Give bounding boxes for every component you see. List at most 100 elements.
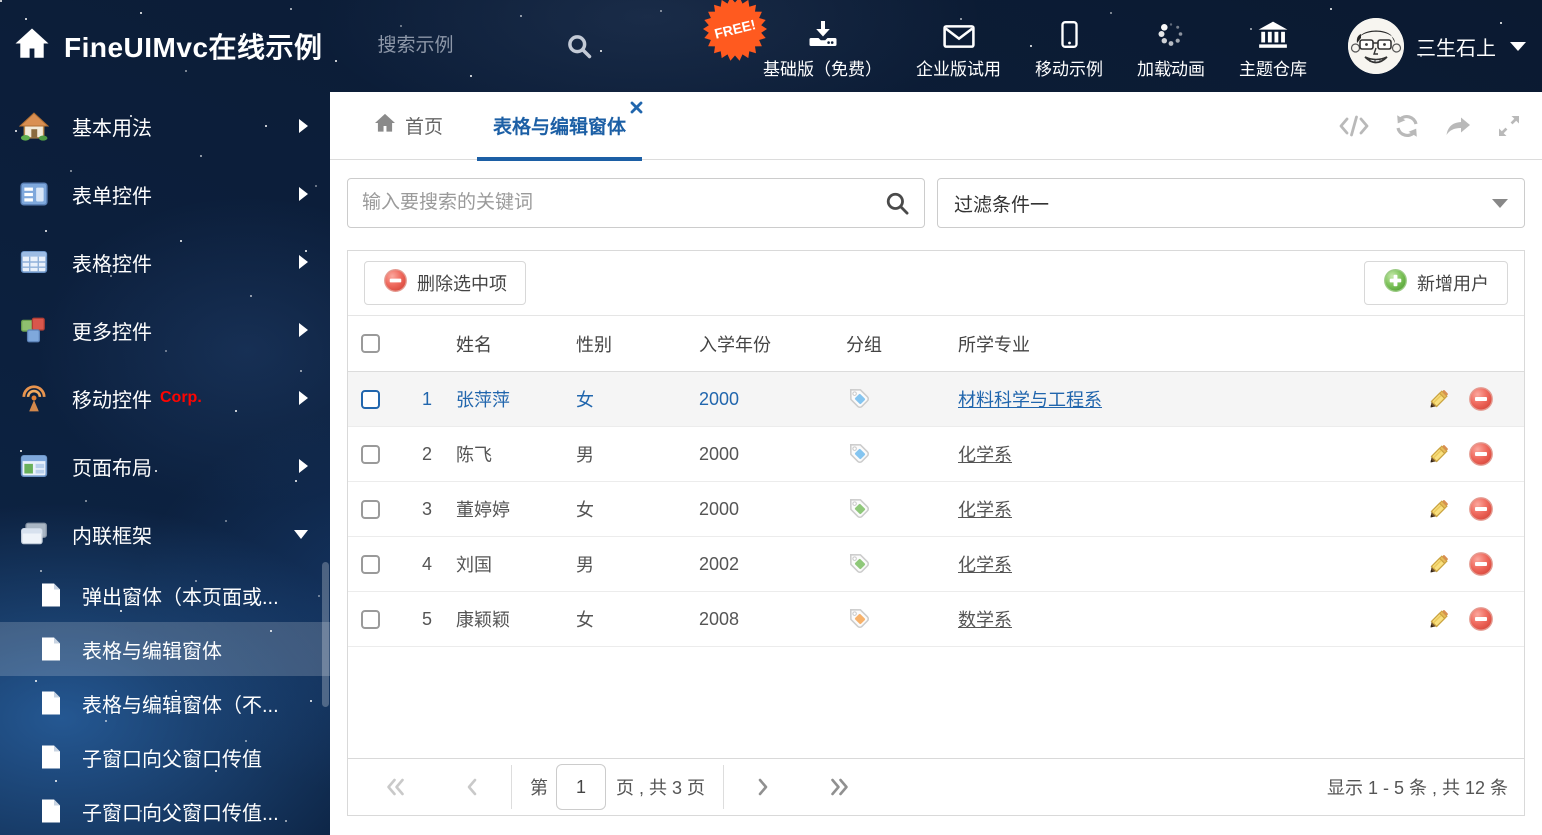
- edit-icon[interactable]: [1425, 386, 1452, 413]
- add-user-button[interactable]: 新增用户: [1364, 261, 1508, 305]
- keyword-search-input[interactable]: [362, 192, 884, 214]
- sidebar-item[interactable]: 更多控件: [0, 296, 330, 364]
- header-nav-item[interactable]: 移动示例: [1018, 0, 1120, 92]
- table-row[interactable]: 3 董婷婷 女 2000 化学系: [348, 482, 1524, 537]
- cell-major: 数学系: [958, 606, 1404, 632]
- major-link[interactable]: 化学系: [958, 441, 1012, 467]
- delete-row-icon[interactable]: [1468, 496, 1494, 522]
- header-nav-item[interactable]: 主题仓库: [1222, 0, 1324, 92]
- edit-icon[interactable]: [1425, 496, 1452, 523]
- user-menu[interactable]: 三生石上: [1348, 18, 1526, 74]
- select-all-checkbox[interactable]: [361, 334, 380, 353]
- chevron-right-icon: [299, 119, 308, 133]
- grid-panel: 删除选中项 新增用户 姓名 性别 入学年份 分组 所学专业 1 张萍萍女 2000 材料科学与…: [347, 250, 1525, 816]
- edit-icon[interactable]: [1425, 606, 1452, 633]
- cell-gender-text: 女: [576, 610, 594, 630]
- sidebar-subitem[interactable]: 子窗口向父窗口传值...: [0, 784, 330, 835]
- refresh-icon[interactable]: [1394, 113, 1420, 139]
- row-checkbox[interactable]: [361, 499, 380, 519]
- cell-name: 刘国: [456, 551, 576, 577]
- tab-grid-edit-window[interactable]: 表格与编辑窗体: [477, 92, 643, 161]
- home-icon: [374, 113, 396, 139]
- sidebar-subitem[interactable]: 弹出窗体（本页面或...: [0, 568, 330, 622]
- sidebar: 基本用法 表单控件表格控件更多控件 移动控件 Corp. 页面布局内联框架 弹出窗体（本…: [0, 92, 330, 835]
- major-link[interactable]: 数学系: [958, 606, 1012, 632]
- major-link[interactable]: 化学系: [958, 496, 1012, 522]
- row-checkbox[interactable]: [361, 609, 380, 629]
- column-header[interactable]: 分组: [846, 331, 958, 357]
- header-nav: 基础版（免费） FREE! 企业版试用 移动示例 加载动画 主题仓库: [703, 0, 1324, 92]
- row-checkbox[interactable]: [361, 389, 380, 409]
- cell-major: 化学系: [958, 441, 1404, 467]
- share-icon[interactable]: [1444, 114, 1472, 138]
- page-label-suffix: 页 , 共 3 页: [616, 778, 706, 798]
- sidebar-item[interactable]: 表单控件: [0, 160, 330, 228]
- file-icon: [40, 798, 64, 824]
- delete-row-icon[interactable]: [1468, 606, 1494, 632]
- sidebar-subitem[interactable]: 表格与编辑窗体: [0, 622, 330, 676]
- app-logo[interactable]: FineUIMvc在线示例: [14, 26, 323, 66]
- grid-icon: [18, 247, 50, 277]
- row-checkbox-cell: [348, 609, 398, 629]
- table-row[interactable]: 1 张萍萍 女 2000 材料科学与工程系: [348, 372, 1524, 427]
- delete-selected-button[interactable]: 删除选中项: [364, 261, 526, 305]
- sidebar-item-label: 表格控件: [72, 253, 152, 276]
- edit-icon[interactable]: [1425, 441, 1452, 468]
- header-search-input[interactable]: [377, 35, 555, 57]
- last-page-icon[interactable]: [828, 776, 851, 798]
- major-link[interactable]: 材料科学与工程系: [958, 386, 1102, 412]
- next-page-icon[interactable]: [754, 776, 772, 798]
- column-header[interactable]: 所学专业: [958, 331, 1404, 357]
- sidebar-item[interactable]: 内联框架: [0, 500, 330, 568]
- user-name: 三生石上: [1416, 37, 1496, 60]
- sidebar-item-label: 页面布局: [72, 457, 152, 480]
- delete-row-icon[interactable]: [1468, 551, 1494, 577]
- table-row[interactable]: 5 康颖颖 女 2008 数学系: [348, 592, 1524, 647]
- first-page-icon[interactable]: [384, 776, 407, 798]
- major-link[interactable]: 化学系: [958, 551, 1012, 577]
- add-button-label: 新增用户: [1417, 274, 1489, 294]
- column-header[interactable]: 性别: [576, 331, 699, 357]
- avatar[interactable]: [1348, 18, 1404, 74]
- sidebar-subitem[interactable]: 子窗口向父窗口传值: [0, 730, 330, 784]
- sidebar-item[interactable]: 页面布局: [0, 432, 330, 500]
- chevron-right-icon: [299, 323, 308, 337]
- header-nav-item[interactable]: 加载动画: [1120, 0, 1222, 92]
- cell-year: 2000: [699, 444, 846, 465]
- tab-home[interactable]: 首页: [362, 92, 455, 160]
- sidebar-subitem[interactable]: 表格与编辑窗体（不...: [0, 676, 330, 730]
- prev-page-icon[interactable]: [463, 776, 481, 798]
- sidebar-item[interactable]: 移动控件 Corp.: [0, 364, 330, 432]
- cell-gender: 男: [576, 441, 699, 467]
- keyword-search-box: [347, 178, 925, 228]
- filter-dropdown[interactable]: 过滤条件一: [937, 178, 1525, 228]
- search-icon[interactable]: [565, 32, 593, 60]
- page-number-input[interactable]: [556, 764, 606, 810]
- table-row[interactable]: 4 刘国 男 2002 化学系: [348, 537, 1524, 592]
- expand-icon[interactable]: [1496, 113, 1522, 139]
- sidebar-item[interactable]: 表格控件: [0, 228, 330, 296]
- row-checkbox-cell: [348, 444, 398, 464]
- header-nav-label: 基础版（免费）: [763, 59, 882, 79]
- tab-bar: 首页 表格与编辑窗体: [330, 92, 1542, 161]
- chevron-right-icon: [299, 187, 308, 201]
- edit-icon[interactable]: [1425, 551, 1452, 578]
- search-icon[interactable]: [884, 190, 910, 216]
- sidebar-scrollbar[interactable]: [322, 562, 329, 707]
- row-checkbox[interactable]: [361, 554, 380, 574]
- header-nav-label: 主题仓库: [1239, 59, 1307, 79]
- bank-icon: [1257, 13, 1289, 49]
- header-nav-item[interactable]: 企业版试用: [899, 0, 1018, 92]
- row-checkbox[interactable]: [361, 444, 380, 464]
- row-index: 4: [398, 554, 456, 575]
- sidebar-item[interactable]: 基本用法: [0, 92, 330, 160]
- source-code-icon[interactable]: [1338, 114, 1370, 138]
- table-row[interactable]: 2 陈飞 男 2000 化学系: [348, 427, 1524, 482]
- column-header[interactable]: 入学年份: [699, 331, 846, 357]
- column-header[interactable]: 姓名: [456, 331, 576, 357]
- header-nav-item[interactable]: 基础版（免费） FREE!: [703, 0, 899, 92]
- close-icon[interactable]: [630, 101, 643, 114]
- delete-row-icon[interactable]: [1468, 441, 1494, 467]
- antenna-icon: [18, 383, 50, 413]
- delete-row-icon[interactable]: [1468, 386, 1494, 412]
